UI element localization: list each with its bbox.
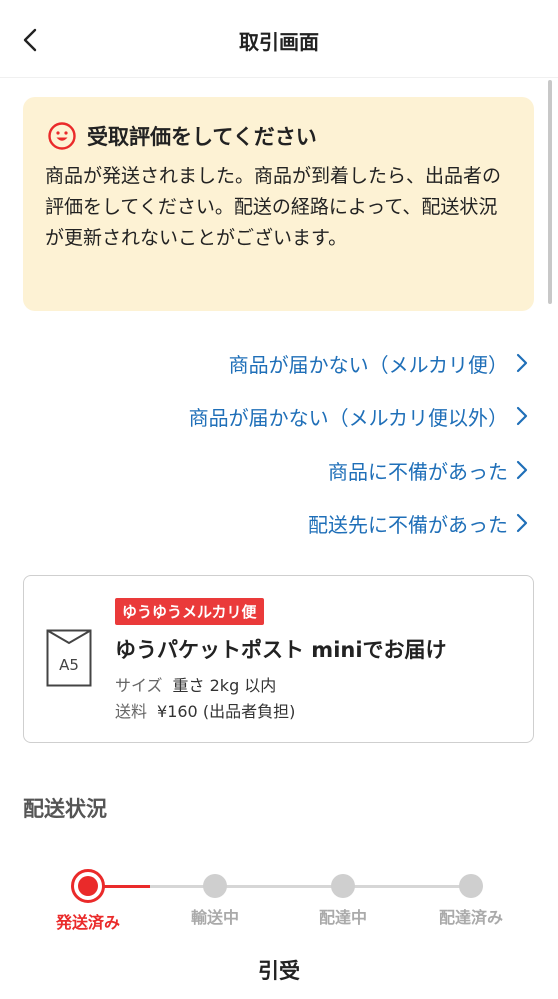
a5-envelope-icon: A5 [46, 629, 92, 687]
size-label: サイズ [115, 676, 163, 695]
step-label: 配達中 [318, 908, 367, 927]
step-label: 配達済み [438, 908, 503, 927]
shipping-fee: 送料 ¥160 (出品者負担) [115, 698, 295, 722]
link-item-item-defect[interactable]: 商品に不備があった [328, 450, 528, 490]
header-bar: 取引画面 [0, 0, 558, 78]
link-label: 商品が届かない（メルカリ便） [228, 352, 508, 377]
smile-icon [48, 122, 76, 150]
step-dot-active [71, 869, 105, 903]
step-dot [203, 874, 227, 898]
step-shipped: 発送済み [28, 868, 148, 933]
chevron-right-icon [516, 353, 528, 373]
review-notice: 受取評価をしてください 商品が発送されました。商品が到着したら、出品者の評価をし… [23, 97, 534, 311]
link-item-address-defect[interactable]: 配送先に不備があった [308, 503, 528, 543]
link-item-not-arrived-mercari[interactable]: 商品が届かない（メルカリ便） [229, 343, 528, 383]
step-label: 発送済み [55, 913, 120, 932]
fee-value: ¥160 (出品者負担) [157, 702, 296, 721]
delivery-status-title: 配送状況 [23, 797, 107, 821]
step-label: 輸送中 [190, 908, 239, 927]
step-out-for-delivery: 配達中 [283, 868, 403, 928]
link-item-not-arrived-other[interactable]: 商品が届かない（メルカリ便以外） [189, 396, 528, 436]
link-label: 商品に不備があった [328, 459, 508, 484]
chevron-right-icon [516, 460, 528, 480]
notice-title: 受取評価をしてください [87, 125, 317, 149]
chevron-right-icon [516, 406, 528, 426]
a5-icon-label: A5 [59, 656, 79, 674]
step-dot [331, 874, 355, 898]
delivery-status-stepper: 発送済み 輸送中 配達中 配達済み [0, 868, 558, 938]
step-in-transit: 輸送中 [155, 868, 275, 928]
page-title: 取引画面 [239, 30, 319, 54]
step-delivered: 配達済み [411, 868, 531, 928]
shipping-size: サイズ 重さ 2kg 以内 [115, 672, 276, 696]
acceptance-section-title: 引受 [258, 959, 300, 983]
chevron-right-icon [516, 513, 528, 533]
shipping-method-card: A5 ゆうゆうメルカリ便 ゆうパケットポスト miniでお届け サイズ 重さ 2k… [23, 575, 534, 743]
fee-label: 送料 [115, 702, 148, 721]
link-label: 配送先に不備があった [308, 512, 508, 537]
notice-header: 受取評価をしてください [45, 121, 512, 151]
scrollbar[interactable] [548, 80, 552, 304]
link-label: 商品が届かない（メルカリ便以外） [188, 405, 508, 430]
size-value: 重さ 2kg 以内 [172, 676, 277, 695]
shipping-badge: ゆうゆうメルカリ便 [115, 598, 264, 625]
step-dot [459, 874, 483, 898]
notice-body: 商品が発送されました。商品が到着したら、出品者の評価をしてください。配送の経路に… [45, 165, 502, 249]
shipping-method-name: ゆうパケットポスト miniでお届け [115, 638, 447, 662]
